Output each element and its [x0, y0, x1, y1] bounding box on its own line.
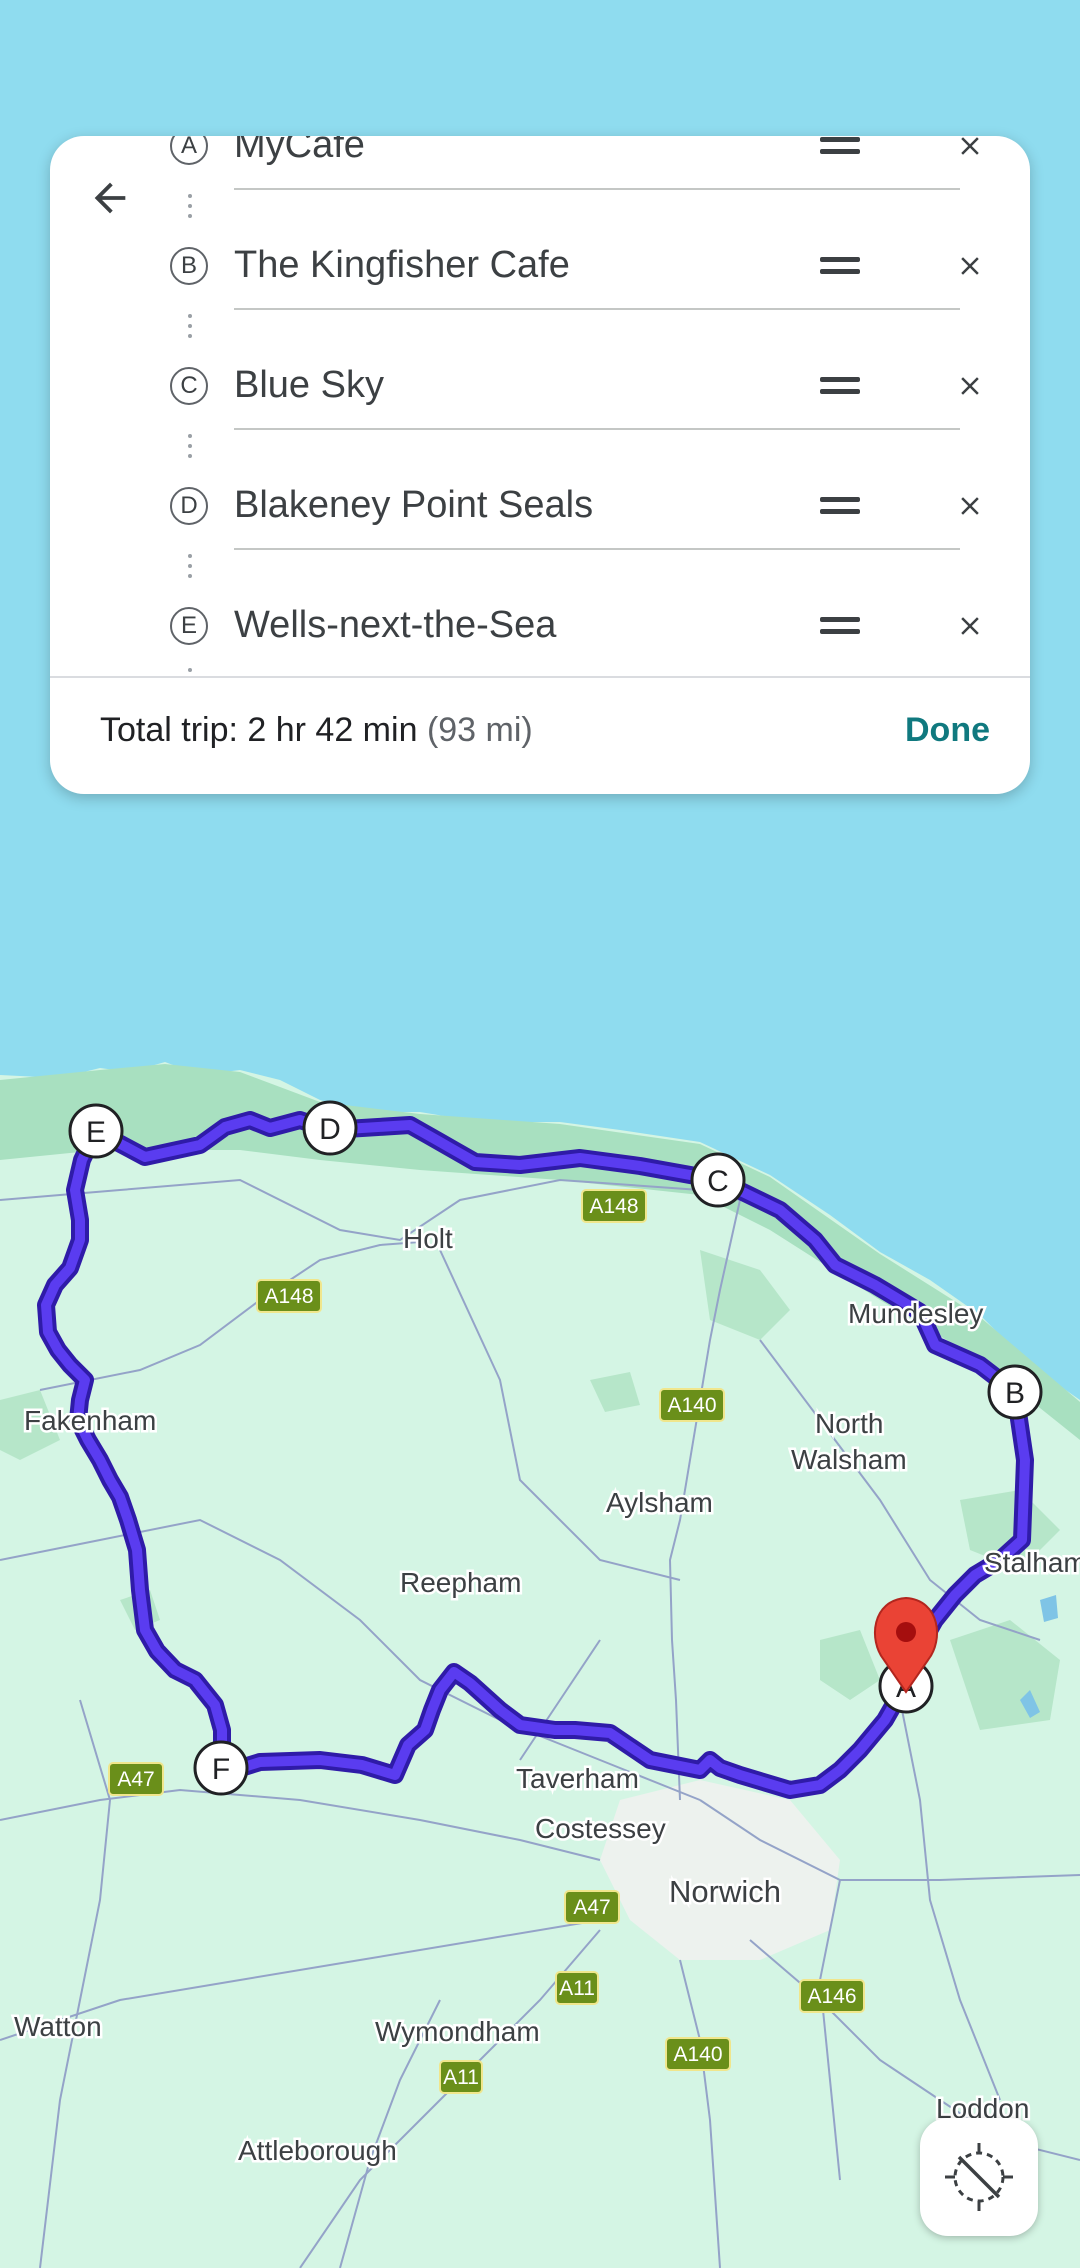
place-label-costessey: Costessey [535, 1813, 666, 1844]
svg-text:F: F [212, 1753, 230, 1786]
stop-row-e[interactable]: E Wells-next-the-Sea [50, 564, 1030, 676]
close-icon [961, 137, 979, 155]
stop-name[interactable]: Wells-next-the-Sea [234, 604, 556, 647]
road-shield-a146: A146 [799, 1979, 865, 2013]
close-icon [961, 497, 979, 515]
place-label-watton: Watton [14, 2011, 102, 2042]
road-shield-a47: A47 [564, 1890, 620, 1924]
road-shield-a148: A148 [256, 1279, 322, 1313]
remove-stop-button[interactable] [948, 364, 992, 408]
svg-text:A47: A47 [117, 1768, 154, 1791]
close-icon [961, 257, 979, 275]
place-label-north: North [815, 1408, 883, 1439]
svg-text:A148: A148 [589, 1195, 638, 1218]
route-marker-f[interactable]: F [193, 1740, 249, 1796]
svg-text:A47: A47 [573, 1896, 610, 1919]
place-label-reepham: Reepham [400, 1567, 521, 1598]
stop-name[interactable]: Blue Sky [234, 364, 384, 407]
place-label-stalham: Stalham [984, 1547, 1080, 1578]
connector-dots [188, 668, 192, 676]
svg-text:A140: A140 [667, 1394, 716, 1417]
close-icon [961, 377, 979, 395]
road-shield-a11: A11 [439, 2060, 483, 2094]
road-shield-a47: A47 [108, 1762, 164, 1796]
drag-handle-icon[interactable] [810, 484, 870, 528]
stop-name[interactable]: Blakeney Point Seals [234, 484, 593, 527]
svg-text:A148: A148 [264, 1285, 313, 1308]
svg-text:A146: A146 [807, 1985, 856, 2008]
place-label-walsham: Walsham [791, 1444, 907, 1475]
place-label-fakenham: Fakenham [24, 1405, 156, 1436]
stop-row-c[interactable]: C Blue Sky [50, 324, 1030, 444]
road-shield-a148: A148 [581, 1189, 647, 1223]
svg-text:E: E [86, 1116, 106, 1149]
done-button[interactable]: Done [905, 711, 990, 750]
field-underline [234, 308, 960, 310]
svg-text:A11: A11 [559, 1977, 595, 2000]
location-disabled-icon [945, 2143, 1013, 2211]
stop-name[interactable]: The Kingfisher Cafe [234, 244, 570, 287]
road-shield-a140: A140 [659, 1388, 725, 1422]
road-shield-a11: A11 [555, 1971, 599, 2005]
stop-letter-a: A [170, 136, 208, 165]
stop-name[interactable]: MyCafe [234, 136, 365, 167]
place-label-norwich: Norwich [669, 1874, 781, 1909]
drag-handle-icon[interactable] [810, 364, 870, 408]
close-icon [961, 617, 979, 635]
svg-text:A11: A11 [443, 2066, 479, 2089]
place-label-attleborough: Attleborough [238, 2135, 397, 2166]
remove-stop-button[interactable] [948, 484, 992, 528]
svg-text:C: C [707, 1165, 729, 1198]
route-marker-c[interactable]: C [690, 1152, 746, 1208]
svg-text:A140: A140 [673, 2043, 722, 2066]
field-underline [234, 548, 960, 550]
drag-handle-icon[interactable] [810, 244, 870, 288]
divider [50, 676, 1030, 678]
place-label-wymondham: Wymondham [375, 2016, 540, 2047]
location-button[interactable] [920, 2118, 1038, 2236]
stop-row-b[interactable]: B The Kingfisher Cafe [50, 204, 1030, 324]
stop-letter-c: C [170, 367, 208, 405]
stop-row-a[interactable]: A MyCafe [50, 136, 1030, 204]
svg-text:D: D [319, 1113, 341, 1146]
route-marker-d[interactable]: D [302, 1100, 358, 1156]
remove-stop-button[interactable] [948, 136, 992, 168]
directions-card: A MyCafe B The Kingfisher Cafe C Blue Sk… [50, 136, 1030, 794]
route-marker-b[interactable]: B [987, 1364, 1043, 1420]
drag-handle-icon[interactable] [810, 604, 870, 648]
svg-text:B: B [1005, 1377, 1025, 1410]
field-underline [234, 188, 960, 190]
trip-distance: (93 mi) [426, 711, 533, 749]
stops-list: A MyCafe B The Kingfisher Cafe C Blue Sk… [50, 136, 1030, 676]
drag-handle-icon[interactable] [810, 136, 870, 168]
place-label-taverham: Taverham [516, 1763, 639, 1794]
stop-letter-b: B [170, 247, 208, 285]
place-label-holt: Holt [403, 1223, 453, 1254]
place-label-mundesley: Mundesley [848, 1298, 983, 1329]
remove-stop-button[interactable] [948, 604, 992, 648]
trip-summary: Total trip: 2 hr 42 min (93 mi) [100, 711, 533, 750]
trip-duration: Total trip: 2 hr 42 min [100, 711, 418, 749]
stop-letter-e: E [170, 607, 208, 645]
remove-stop-button[interactable] [948, 244, 992, 288]
road-shield-a140: A140 [665, 2037, 731, 2071]
place-label-aylsham: Aylsham [606, 1487, 713, 1518]
stop-row-d[interactable]: D Blakeney Point Seals [50, 444, 1030, 564]
route-marker-e[interactable]: E [68, 1103, 124, 1159]
field-underline [234, 428, 960, 430]
stop-letter-d: D [170, 487, 208, 525]
